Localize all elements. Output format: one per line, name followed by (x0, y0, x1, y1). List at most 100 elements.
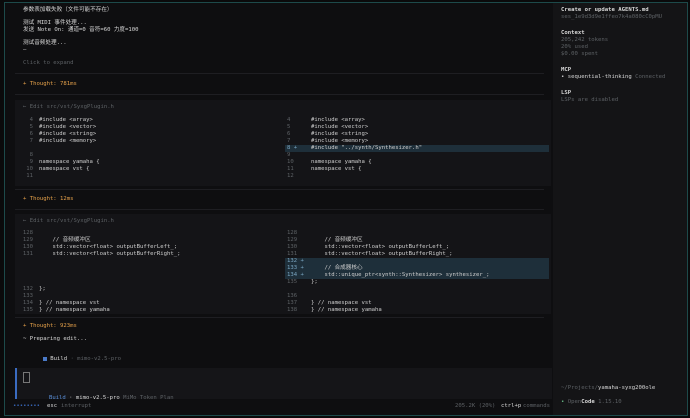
line-number: 9 (29, 159, 33, 165)
code-text: namespace vst { (311, 166, 362, 172)
diff-added-line: 133 + // 合成器核心 (285, 265, 549, 272)
app-window: 参数表加载失败（文件可能不存在） 测试 MIDI 事件处理... 发送 Note… (4, 2, 688, 416)
diff-left-line: 8 (15, 152, 283, 159)
diff-left-line (15, 145, 283, 152)
context-used: 20% used (561, 44, 588, 50)
line-number: 133 + (287, 265, 304, 271)
code-text: // 音频缓冲区 (39, 237, 91, 243)
code-text: #include "../synth/Synthesizer.h" (311, 145, 423, 151)
diff-right-line: 128 (285, 230, 549, 237)
line-number: 134 (22, 300, 33, 306)
diff-left-line: 132}; (15, 286, 283, 293)
commands-label: commands (523, 403, 550, 409)
diff-right-line: 130 std::vector<float> outputBufferLeft_… (285, 244, 549, 251)
path-name: yamaha-syxg200ole (598, 385, 656, 391)
diff-left-line: 11 (15, 173, 283, 180)
esc-label: interrupt (61, 403, 92, 409)
build-icon (43, 356, 48, 361)
model-label[interactable]: · mimo-v2.5-pro (69, 395, 120, 401)
line-number: 138 (287, 307, 298, 313)
diff-right-line: 137 } // namespace vst (285, 300, 549, 307)
code-text: namespace yamaha { (39, 159, 100, 165)
diff-left-line (15, 265, 283, 272)
plan-label: MiMo Token Plan (123, 395, 174, 401)
line-number: 136 (287, 293, 298, 299)
log-line: 发送 Note On: 通道=0 音符=60 力度=100 (23, 27, 139, 33)
diff-right-line: 11 namespace vst { (285, 166, 549, 173)
diff-added-line: 134 + std::unique_ptr<synth::Synthesizer… (285, 272, 549, 279)
code-text: std::vector<float> outputBufferLeft_; (311, 244, 450, 250)
log-line: – (23, 47, 27, 53)
line-number: 10 (287, 159, 294, 165)
diff-right-line: 136 (285, 293, 549, 300)
code-text: } // namespace yamaha (39, 307, 110, 313)
session-title: Create or update AGENTS.md (561, 7, 649, 13)
thought-toggle[interactable]: + Thought: 923ms (23, 323, 77, 330)
code-text: } // namespace vst (311, 300, 372, 306)
code-text: }; (39, 286, 46, 292)
diff-left-line: 134} // namespace vst (15, 300, 283, 307)
line-number: 9 (287, 152, 291, 158)
diff-left-line: 128 (15, 230, 283, 237)
diff-left-line: 10 namespace vst { (15, 166, 283, 173)
added-highlight (285, 258, 549, 265)
line-number: 4 (29, 117, 33, 123)
line-number: 129 (287, 237, 298, 243)
line-number: 131 (22, 251, 33, 257)
line-number: 130 (22, 244, 33, 250)
code-text: #include <array> (311, 117, 365, 123)
line-number: 11 (26, 173, 33, 179)
chat-pane: 参数表加载失败（文件可能不存在） 测试 MIDI 事件处理... 发送 Note… (5, 3, 552, 415)
thought-toggle[interactable]: + Thought: 12ms (23, 196, 74, 203)
line-number: 134 + (287, 272, 304, 278)
diff-left-line (15, 272, 283, 279)
spinner-dots: •••••••• (13, 403, 40, 409)
diff-right-line: 12 (285, 173, 549, 180)
log-line: 测试 MIDI 事件处理... (23, 20, 87, 26)
project-path: ~/Projects/yamaha-syxg200ole (561, 385, 655, 392)
line-number: 12 (287, 173, 294, 179)
log-line: 测试音频处理... (23, 40, 67, 46)
build-label: Build (50, 356, 68, 362)
commands-key[interactable]: ctrl+p (501, 403, 521, 410)
context-spent: $0.00 spent (561, 51, 599, 57)
diff-panel: ← Edit src/vst/SyxgPlugin.h 128 129 // 音频… (15, 214, 551, 314)
preparing-status: ~ Preparing edit... (23, 336, 87, 342)
code-text: #include <memory> (311, 138, 369, 144)
lsp-status: LSPs are disabled (561, 97, 619, 103)
mcp-server-name: • sequential-thinking (561, 74, 632, 80)
session-id: ses_1e9d3d9e1ffeo7k4a080cC0pMU (561, 14, 663, 20)
code-text: // 合成器核心 (311, 265, 363, 271)
mcp-server: • sequential-thinking Connected (561, 74, 665, 81)
thought-toggle[interactable]: + Thought: 781ms (23, 81, 77, 88)
code-text: #include <vector> (39, 124, 97, 130)
line-number: 128 (287, 230, 298, 236)
mcp-server-status: Connected (635, 74, 666, 80)
line-number: 8 (29, 152, 33, 158)
prompt-input[interactable]: Build · mimo-v2.5-pro MiMo Token Plan (15, 368, 552, 401)
line-number: 132 + (287, 258, 304, 264)
divider (15, 209, 544, 210)
diff-left-line: 5 #include <vector> (15, 124, 283, 131)
app-version: • OpenCode 1.15.10 (561, 399, 622, 406)
line-number: 6 (29, 131, 33, 137)
mode-label[interactable]: Build (49, 395, 66, 401)
build-model: · mimo-v2.5-pro (70, 356, 121, 362)
diff-left-line (15, 258, 283, 265)
line-number: 130 (287, 244, 298, 250)
context-tokens: 205,242 tokens (561, 37, 609, 43)
line-number: 137 (287, 300, 298, 306)
diff-right-line: 129 // 音频缓冲区 (285, 237, 549, 244)
line-number: 7 (29, 138, 33, 144)
diff-left-line: 4 #include <array> (15, 117, 283, 124)
line-number: 4 (287, 117, 291, 123)
code-text: std::vector<float> outputBufferLeft_; (39, 244, 178, 250)
code-text: #include <string> (39, 131, 97, 137)
line-number: 135 (22, 307, 33, 313)
diff-left-line: 130 std::vector<float> outputBufferLeft_… (15, 244, 283, 251)
expand-link[interactable]: Click to expand (23, 60, 74, 67)
diff-left-line: 135 } // namespace yamaha (15, 307, 283, 314)
code-text: } // namespace yamaha (311, 307, 382, 313)
line-number: 5 (29, 124, 33, 130)
edit-header: ← Edit src/vst/SyxgPlugin.h (23, 218, 114, 224)
